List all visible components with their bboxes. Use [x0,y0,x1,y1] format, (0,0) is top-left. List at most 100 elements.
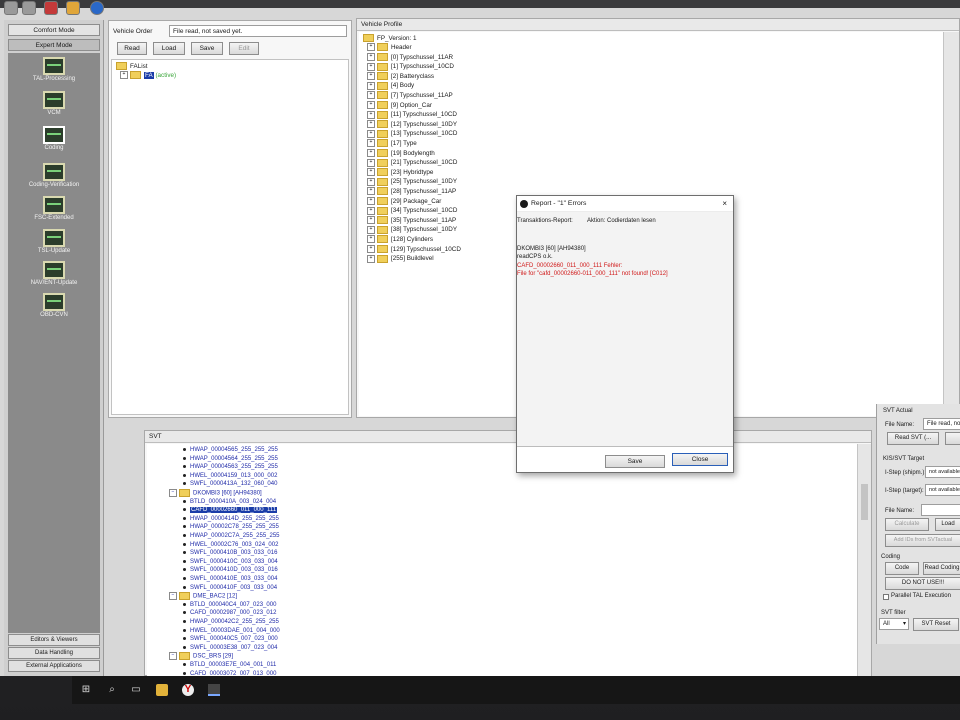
expand-icon[interactable]: + [367,52,375,61]
help-icon[interactable] [90,1,104,15]
tool-icon[interactable] [44,1,58,15]
expand-icon[interactable]: + [367,244,375,253]
fa-tree-item[interactable]: + FA (active) [120,71,176,80]
search-icon[interactable]: ⌕ [106,684,118,696]
expand-icon[interactable]: + [367,91,375,100]
file-name-field-2[interactable] [921,504,960,516]
app-icon-2[interactable] [22,1,36,15]
file-explorer-icon[interactable] [156,684,168,696]
vehicle-profile-item[interactable]: + [7] Typschussel_11AP [367,91,453,100]
vehicle-profile-item[interactable]: + [35] Typschussel_11AP [367,216,456,225]
windows-icon[interactable]: ⊞ [80,684,92,696]
vehicle-profile-item[interactable]: + [34] Typschussel_10CD [367,206,457,215]
nav-fsc-extended[interactable]: FSC-Extended [8,194,100,230]
file-name-field[interactable]: File read, not [923,418,960,430]
read-coding-button[interactable]: Read Coding [923,562,960,575]
expand-icon[interactable]: + [367,110,375,119]
istep-target-field[interactable]: not available [925,484,960,496]
fp-root[interactable]: FP_Version: 1 [363,34,417,43]
vehicle-profile-item[interactable]: + [19] Bodylength [367,148,435,158]
vehicle-profile-scrollbar[interactable] [943,32,959,416]
expand-icon[interactable]: + [367,72,375,81]
close-icon[interactable]: × [722,196,727,212]
code-button[interactable]: Code [885,562,919,575]
expand-icon[interactable]: − [169,652,177,661]
editors-viewers-button[interactable]: Editors & Viewers [8,634,100,646]
load-button[interactable]: Load [153,42,185,55]
load-svt-button[interactable]: Load [935,518,960,531]
comfort-mode-button[interactable]: Comfort Mode [8,24,100,36]
expand-icon[interactable]: + [367,43,375,52]
vehicle-profile-item[interactable]: + [17] Type [367,139,417,148]
nav-vcm[interactable]: VCM [8,89,100,125]
expand-icon[interactable]: + [367,206,375,215]
nav-obd-cvn[interactable]: OBD-CVN [8,291,100,327]
expand-icon[interactable]: + [367,81,375,90]
vehicle-profile-item[interactable]: + [21] Typschussel_10CD [367,158,457,167]
vehicle-order-status-field[interactable]: File read, not saved yet. [169,25,347,37]
parallel-tal-checkbox[interactable] [883,594,889,600]
expert-mode-button[interactable]: Expert Mode [8,39,100,51]
nav-coding-verification[interactable]: Coding-Verification [8,161,100,197]
vehicle-profile-item[interactable]: + [4] Body [367,81,414,90]
dialog-save-button[interactable]: Save [605,455,665,468]
calculate-button[interactable]: Calculate [885,518,929,531]
task-view-icon[interactable]: ▭ [130,684,142,696]
edit-button[interactable]: Edit [229,42,259,55]
do-not-use-button[interactable]: DO NOT USE!!! [885,577,960,590]
expand-icon[interactable]: + [367,62,375,71]
vehicle-profile-item[interactable]: + [29] Package_Car [367,196,441,206]
expand-icon[interactable]: + [367,225,375,234]
vehicle-profile-item[interactable]: + [38] Typschussel_10DY [367,225,457,234]
save-button[interactable]: Save [191,42,223,55]
expand-icon[interactable]: + [367,235,375,244]
expand-icon[interactable]: − [169,592,177,601]
app-icon[interactable] [208,684,220,696]
expand-icon[interactable]: + [367,158,375,167]
expand-icon[interactable]: + [367,139,375,148]
yandex-icon[interactable]: Y [182,684,194,696]
external-applications-button[interactable]: External Applications [8,660,100,672]
vehicle-profile-item[interactable]: + [1] Typschussel_10CD [367,62,454,71]
expand-icon[interactable]: − [169,489,177,497]
svt-scrollbar[interactable] [857,444,871,676]
expand-icon[interactable]: + [367,187,375,196]
expand-icon[interactable]: + [367,129,375,138]
expand-icon[interactable]: + [367,216,375,225]
expand-icon[interactable]: + [367,254,375,263]
vehicle-profile-item[interactable]: + [11] Typschussel_10CD [367,110,457,119]
vehicle-profile-item[interactable]: + [23] Hybridtype [367,168,433,177]
vehicle-profile-item[interactable]: + [128] Cylinders [367,235,433,244]
expand-icon[interactable]: + [367,168,375,177]
add-ids-button[interactable]: Add IDs from SVTactual [885,534,960,547]
vehicle-profile-item[interactable]: + [12] Typschussel_10DY [367,120,457,129]
svt-scroll-thumb[interactable] [861,484,868,520]
read-button[interactable]: Read [117,42,147,55]
vehicle-profile-item[interactable]: + Header [367,43,412,52]
expand-icon[interactable]: + [367,196,375,205]
svt-filter-select[interactable]: All ▾ [879,618,909,630]
vehicle-profile-item[interactable]: + [129] Typschussel_10CD [367,244,461,254]
expand-icon[interactable]: + [120,71,128,80]
svt-extra-button[interactable] [945,432,960,445]
nav-tal-processing[interactable]: TAL-Processing [8,55,100,91]
istep-shipm-field[interactable]: not available [925,466,960,478]
app-icon[interactable] [4,1,18,15]
vehicle-profile-item[interactable]: + [9] Option_Car [367,100,432,110]
dialog-close-button[interactable]: Close [672,453,728,466]
nav-nav-ent-update[interactable]: NAV/ENT-Update [8,259,100,295]
vehicle-profile-item[interactable]: + [28] Typschussel_11AP [367,187,456,196]
expand-icon[interactable]: + [367,120,375,129]
expand-icon[interactable]: + [367,177,375,186]
vehicle-profile-item[interactable]: + [255] Buildlevel [367,254,434,263]
upload-icon[interactable] [66,1,80,15]
vehicle-profile-item[interactable]: + [0] Typschussel_11AR [367,52,453,62]
nav-tsl-update[interactable]: TSL-Update [8,227,100,263]
nav-coding[interactable]: Coding [8,124,100,160]
vehicle-profile-item[interactable]: + [25] Typschussel_10DY [367,177,457,186]
read-svt-button[interactable]: Read SVT (... [887,432,939,445]
data-handling-button[interactable]: Data Handling [8,647,100,659]
expand-icon[interactable]: + [367,148,375,157]
vehicle-profile-item[interactable]: + [13] Typschussel_10CD [367,129,457,138]
expand-icon[interactable]: + [367,100,375,109]
